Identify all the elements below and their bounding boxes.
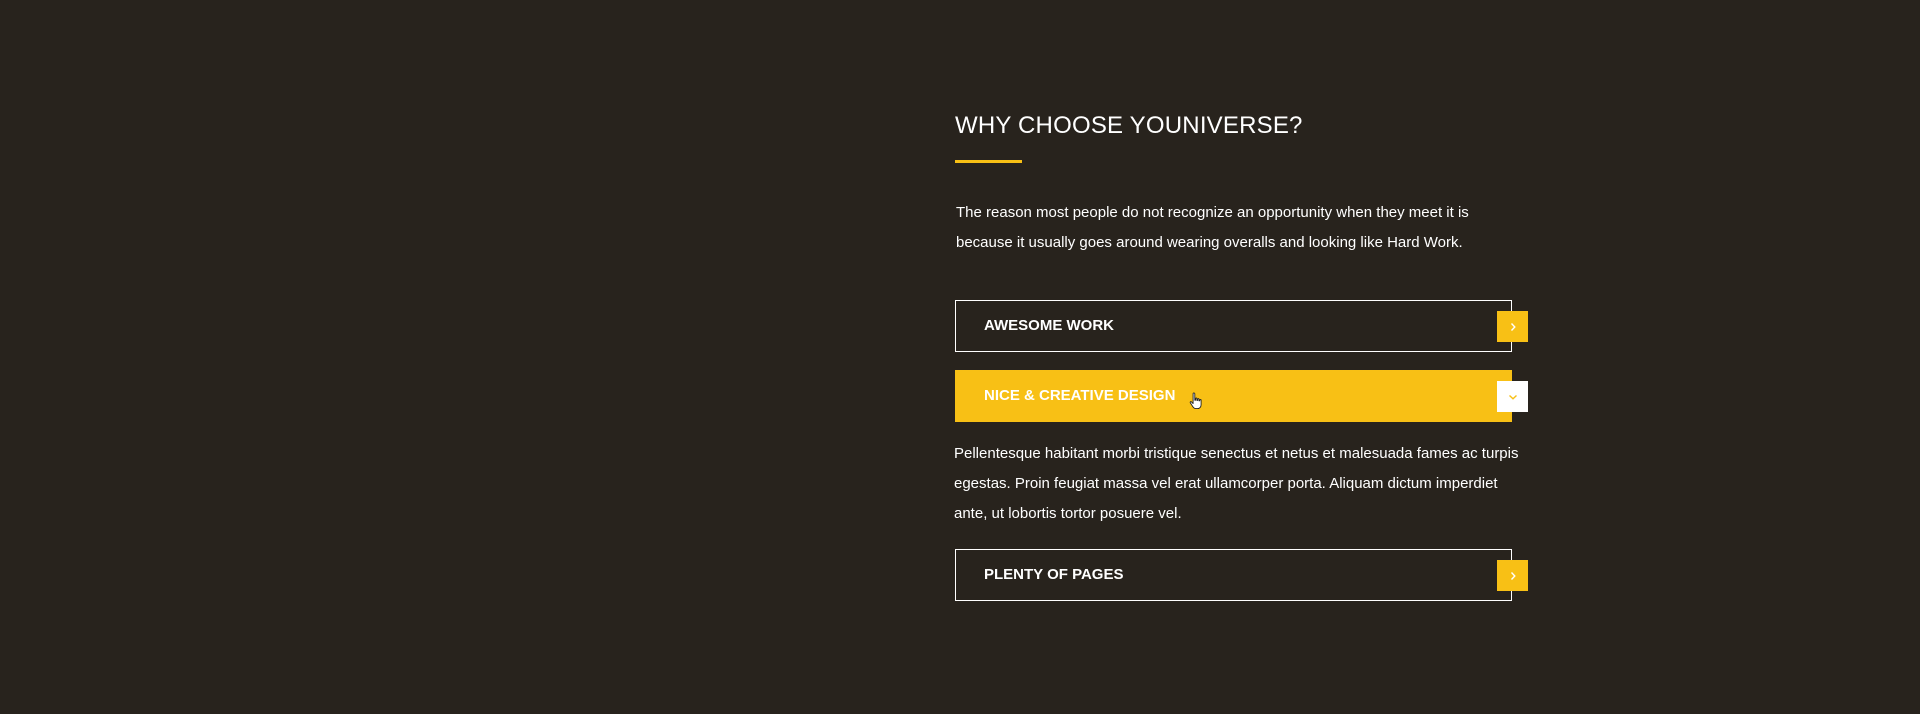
accordion-item-label: NICE & CREATIVE DESIGN bbox=[984, 387, 1176, 404]
accordion-item-awesome-work[interactable]: AWESOME WORK bbox=[955, 300, 1528, 352]
accordion-item-plenty-of-pages[interactable]: PLENTY OF PAGES bbox=[955, 549, 1528, 601]
accordion-item-nice-creative-design[interactable]: NICE & CREATIVE DESIGN bbox=[955, 370, 1528, 422]
chevron-down-icon[interactable] bbox=[1497, 381, 1528, 412]
section-intro: The reason most people do not recognize … bbox=[956, 204, 1469, 251]
accordion-panel-content: Pellentesque habitant morbi tristique se… bbox=[954, 445, 1519, 522]
accordion-item-label: PLENTY OF PAGES bbox=[984, 566, 1124, 583]
chevron-right-icon[interactable] bbox=[1497, 311, 1528, 342]
title-underline bbox=[955, 160, 1022, 163]
chevron-right-icon[interactable] bbox=[1497, 560, 1528, 591]
section-title: WHY CHOOSE YOUNIVERSE? bbox=[955, 112, 1303, 139]
accordion-item-label: AWESOME WORK bbox=[984, 317, 1114, 334]
hand-cursor-icon bbox=[1189, 392, 1202, 410]
